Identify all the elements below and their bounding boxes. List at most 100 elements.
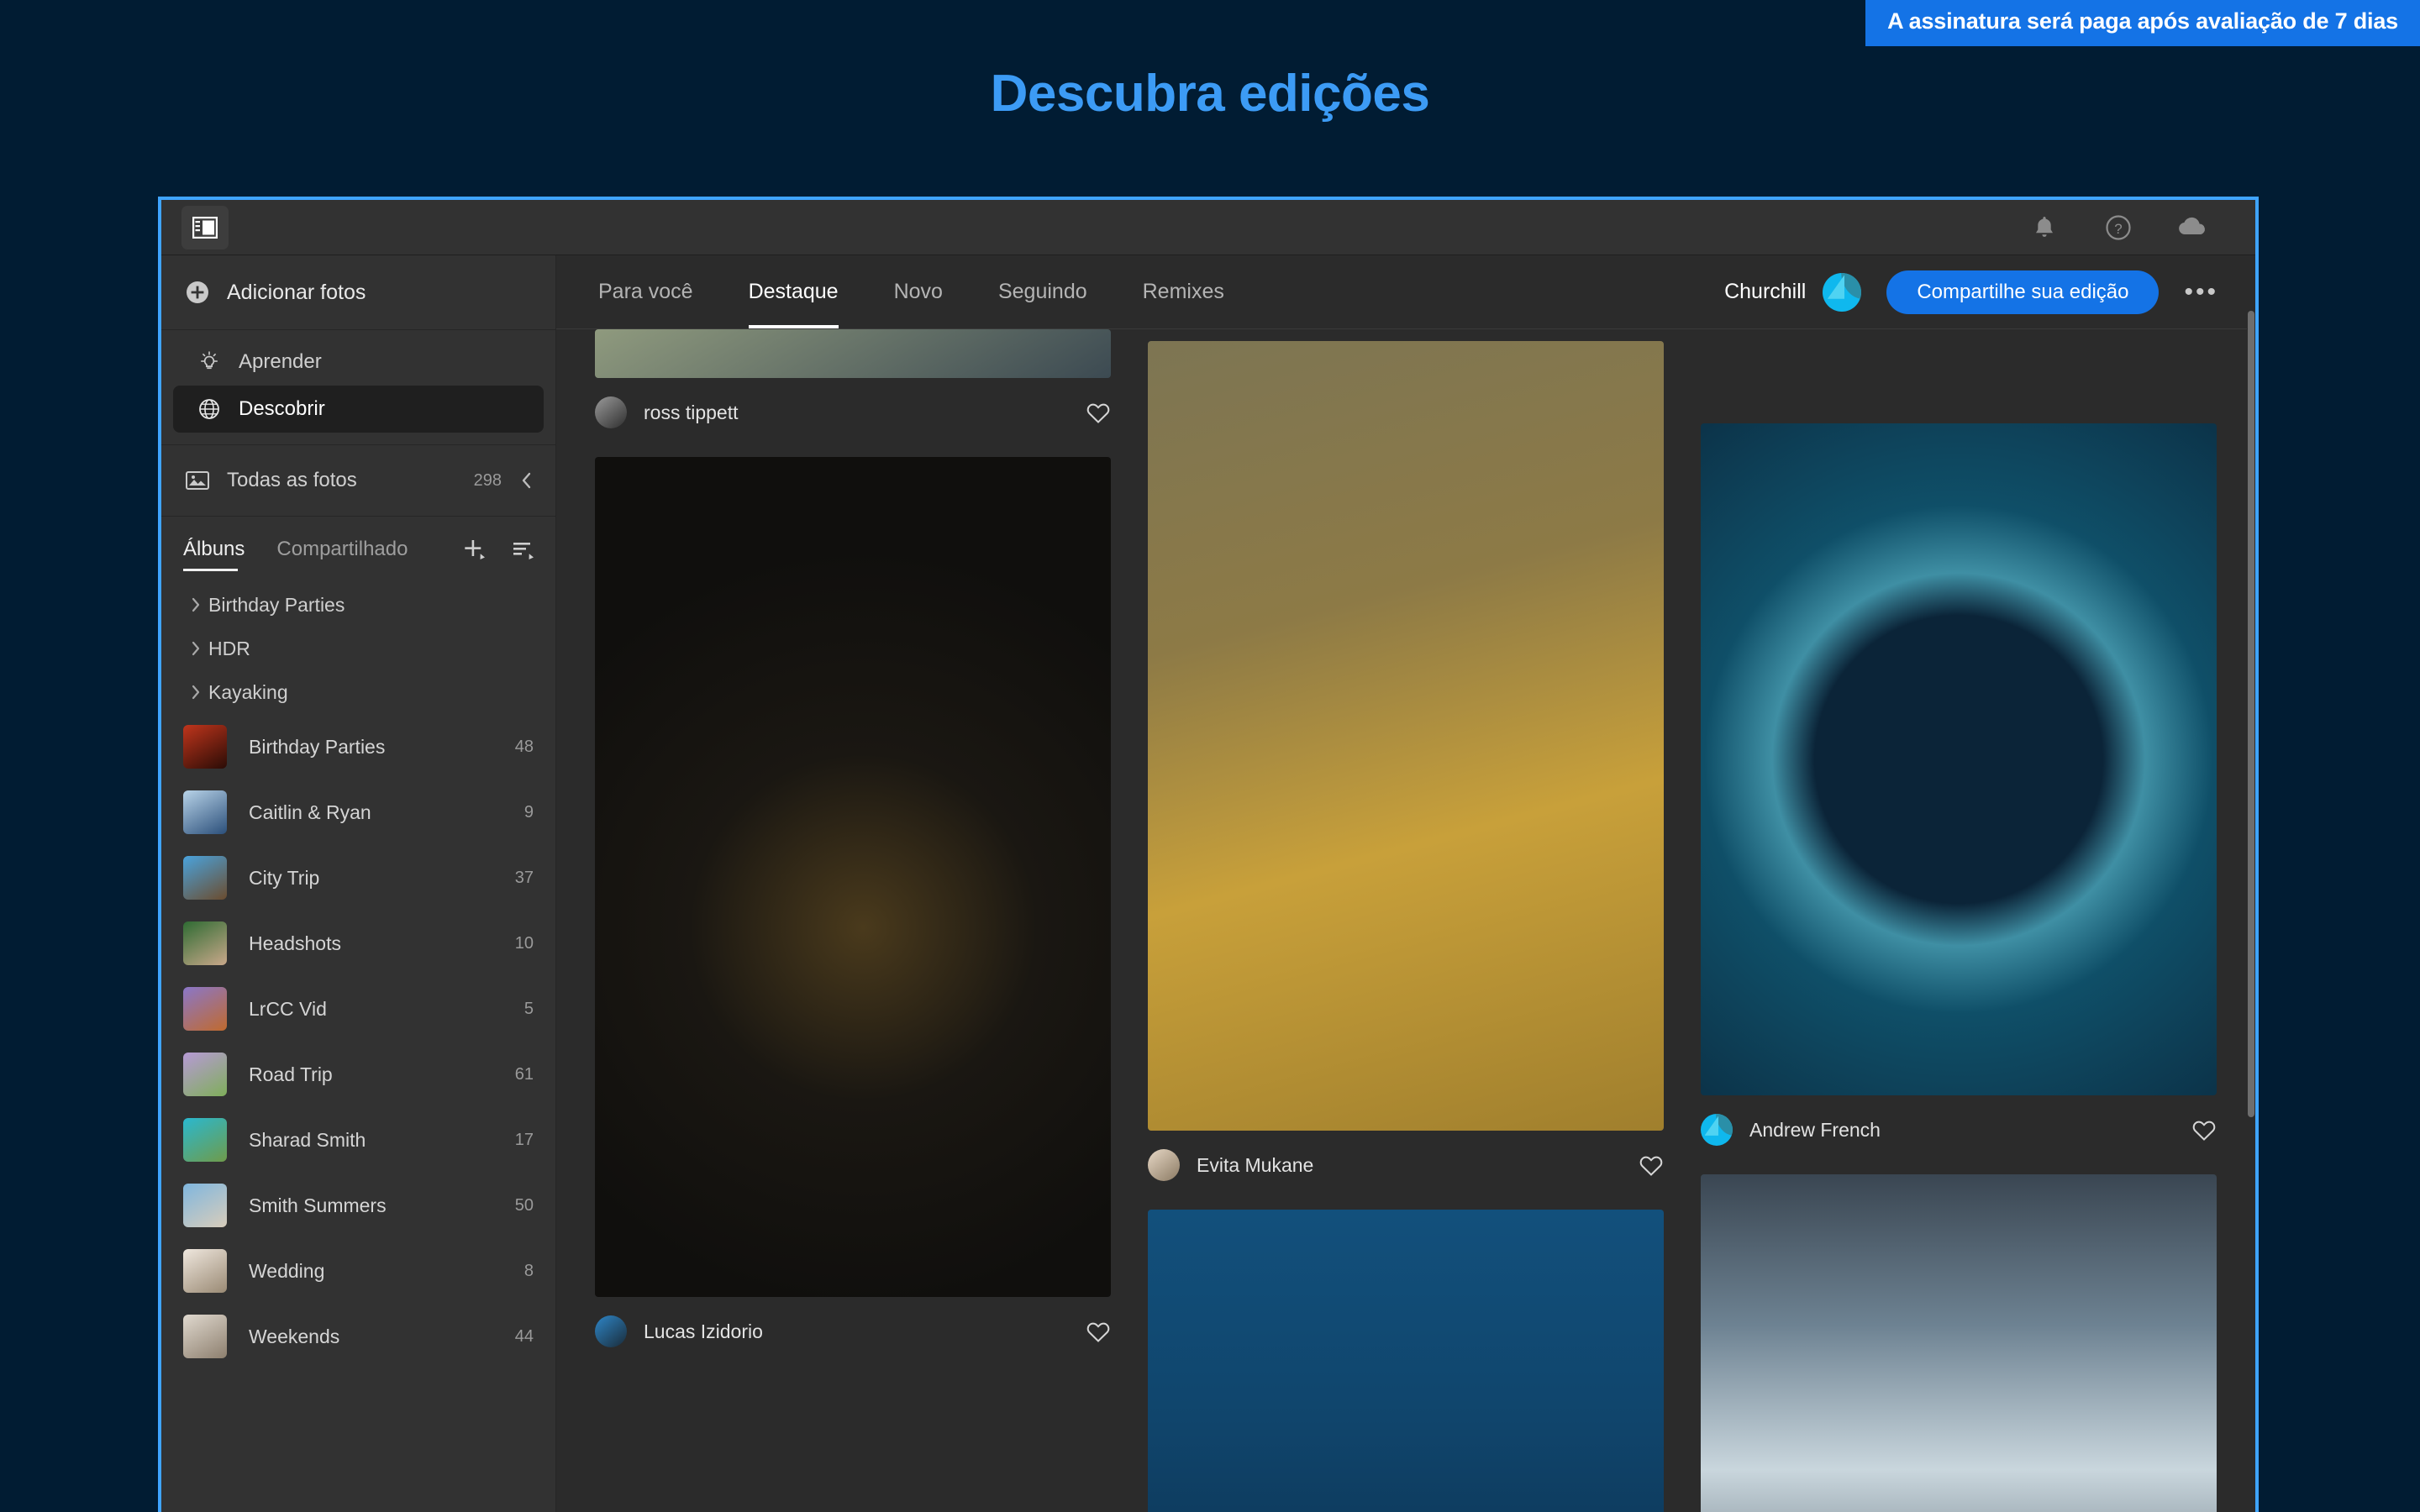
- add-album-button[interactable]: [461, 537, 485, 564]
- album-group-row[interactable]: Kayaking: [161, 670, 555, 714]
- scrollbar-thumb[interactable]: [2248, 311, 2254, 1117]
- album-label: Smith Summers: [249, 1194, 387, 1216]
- heart-icon: [1086, 1322, 1110, 1342]
- album-count: 10: [514, 933, 534, 953]
- lightbulb-icon: [195, 350, 224, 374]
- photo-image[interactable]: [1148, 1210, 1664, 1512]
- photo-image[interactable]: [595, 329, 1111, 378]
- album-count: 61: [514, 1064, 534, 1084]
- help-button[interactable]: ?: [2102, 212, 2134, 244]
- album-thumbnail: [183, 790, 227, 834]
- cloud-sync-button[interactable]: [2176, 212, 2208, 244]
- author-avatar[interactable]: [1701, 1114, 1733, 1146]
- album-group-row[interactable]: Birthday Parties: [161, 583, 555, 627]
- album-item[interactable]: LrCC Vid 5: [161, 976, 555, 1042]
- album-group-label: HDR: [208, 637, 250, 659]
- tab-albuns[interactable]: Álbuns: [183, 538, 245, 571]
- like-button[interactable]: [1086, 401, 1111, 424]
- globe-icon: [195, 397, 224, 421]
- album-thumbnail: [183, 1249, 227, 1293]
- album-thumbnail: [183, 987, 227, 1031]
- album-thumbnail: [183, 1184, 227, 1227]
- like-button[interactable]: [2191, 1118, 2217, 1142]
- tab-destaque[interactable]: Destaque: [748, 255, 839, 328]
- share-edit-button[interactable]: Compartilhe sua edição: [1886, 270, 2160, 314]
- album-thumbnail: [183, 921, 227, 965]
- album-group-row[interactable]: HDR: [161, 627, 555, 670]
- photos-icon: [183, 470, 212, 491]
- author-avatar[interactable]: [595, 396, 627, 428]
- tab-label: Destaque: [748, 280, 839, 303]
- photo-caption: Andrew French: [1701, 1095, 2217, 1164]
- avatar[interactable]: [1823, 272, 1862, 312]
- sidebar-item-descobrir[interactable]: Descobrir: [173, 386, 544, 433]
- album-group-label: Kayaking: [208, 680, 288, 703]
- album-label: Sharad Smith: [249, 1128, 366, 1151]
- sidebar-item-label: Aprender: [239, 350, 322, 373]
- sidebar-item-all-photos[interactable]: Todas as fotos 298: [161, 454, 555, 507]
- album-item[interactable]: Wedding 8: [161, 1238, 555, 1304]
- all-photos-label: Todas as fotos: [227, 469, 357, 491]
- tab-seguindo[interactable]: Seguindo: [998, 255, 1087, 328]
- photo-card[interactable]: Lucas Izidorio: [595, 457, 1111, 1366]
- page-title: Descubra edições: [990, 65, 1430, 123]
- like-button[interactable]: [1086, 1320, 1111, 1343]
- tab-para-voce[interactable]: Para você: [598, 255, 693, 328]
- album-item[interactable]: Road Trip 61: [161, 1042, 555, 1107]
- tab-label: Novo: [893, 280, 943, 303]
- notifications-button[interactable]: [2028, 212, 2060, 244]
- album-count: 48: [514, 737, 534, 756]
- user-name: Churchill: [1724, 280, 1807, 303]
- album-item[interactable]: Weekends 44: [161, 1304, 555, 1369]
- like-button[interactable]: [1639, 1153, 1664, 1177]
- main-header: Para você Destaque Novo Seguindo Remixes: [556, 255, 2255, 329]
- author-name: Evita Mukane: [1197, 1153, 1314, 1176]
- album-label: Headshots: [249, 932, 341, 954]
- photo-caption: Evita Mukane: [1148, 1131, 1664, 1200]
- sidebar-item-aprender[interactable]: Aprender: [173, 339, 544, 386]
- cloud-icon: [2179, 217, 2205, 234]
- sort-albums-button[interactable]: [510, 537, 534, 564]
- more-options-icon[interactable]: •••: [2184, 279, 2218, 305]
- author-avatar[interactable]: [595, 1315, 627, 1347]
- tab-novo[interactable]: Novo: [894, 255, 943, 328]
- chevron-left-icon[interactable]: [520, 470, 534, 491]
- photo-card[interactable]: Andrew French: [1701, 423, 2217, 1164]
- add-photos-section: Adicionar fotos: [161, 255, 555, 330]
- album-item[interactable]: Smith Summers 50: [161, 1173, 555, 1238]
- album-label: Weekends: [249, 1325, 340, 1347]
- sidebar-item-label: Descobrir: [239, 397, 325, 420]
- album-thumbnail: [183, 1053, 227, 1096]
- photo-card[interactable]: [1148, 1210, 1664, 1512]
- album-thumbnail: [183, 725, 227, 769]
- tab-label: Compartilhado: [276, 538, 408, 560]
- vertical-scrollbar[interactable]: [2247, 311, 2255, 1512]
- photo-caption: ross tippett: [595, 378, 1111, 447]
- panel-toggle-icon: [192, 216, 218, 239]
- album-item[interactable]: City Trip 37: [161, 845, 555, 911]
- tab-remixes[interactable]: Remixes: [1143, 255, 1224, 328]
- album-item[interactable]: Sharad Smith 17: [161, 1107, 555, 1173]
- photo-image[interactable]: [1701, 423, 2217, 1095]
- album-item[interactable]: Headshots 10: [161, 911, 555, 976]
- album-group-label: Birthday Parties: [208, 593, 345, 616]
- photo-card[interactable]: [1701, 1174, 2217, 1512]
- panel-toggle-button[interactable]: [182, 205, 229, 249]
- chevron-right-icon: [183, 640, 208, 657]
- photo-image[interactable]: [1148, 341, 1664, 1131]
- heart-icon: [2192, 1121, 2216, 1141]
- tab-compartilhado[interactable]: Compartilhado: [276, 538, 408, 571]
- photo-image[interactable]: [1701, 1174, 2217, 1512]
- tab-label: Álbuns: [183, 538, 245, 560]
- add-photos-button[interactable]: Adicionar fotos: [161, 255, 555, 329]
- album-tabs: Álbuns Compartilhado: [161, 517, 555, 571]
- photo-card[interactable]: Evita Mukane: [1148, 341, 1664, 1200]
- album-count: 37: [514, 868, 534, 887]
- photo-image[interactable]: [595, 457, 1111, 1297]
- album-item[interactable]: Birthday Parties 48: [161, 714, 555, 780]
- author-avatar[interactable]: [1148, 1149, 1180, 1181]
- album-item[interactable]: Caitlin & Ryan 9: [161, 780, 555, 845]
- tab-label: Remixes: [1142, 280, 1224, 303]
- grid-column: ross tippett Lucas Izidorio: [595, 329, 1111, 1512]
- photo-card[interactable]: ross tippett: [595, 329, 1111, 447]
